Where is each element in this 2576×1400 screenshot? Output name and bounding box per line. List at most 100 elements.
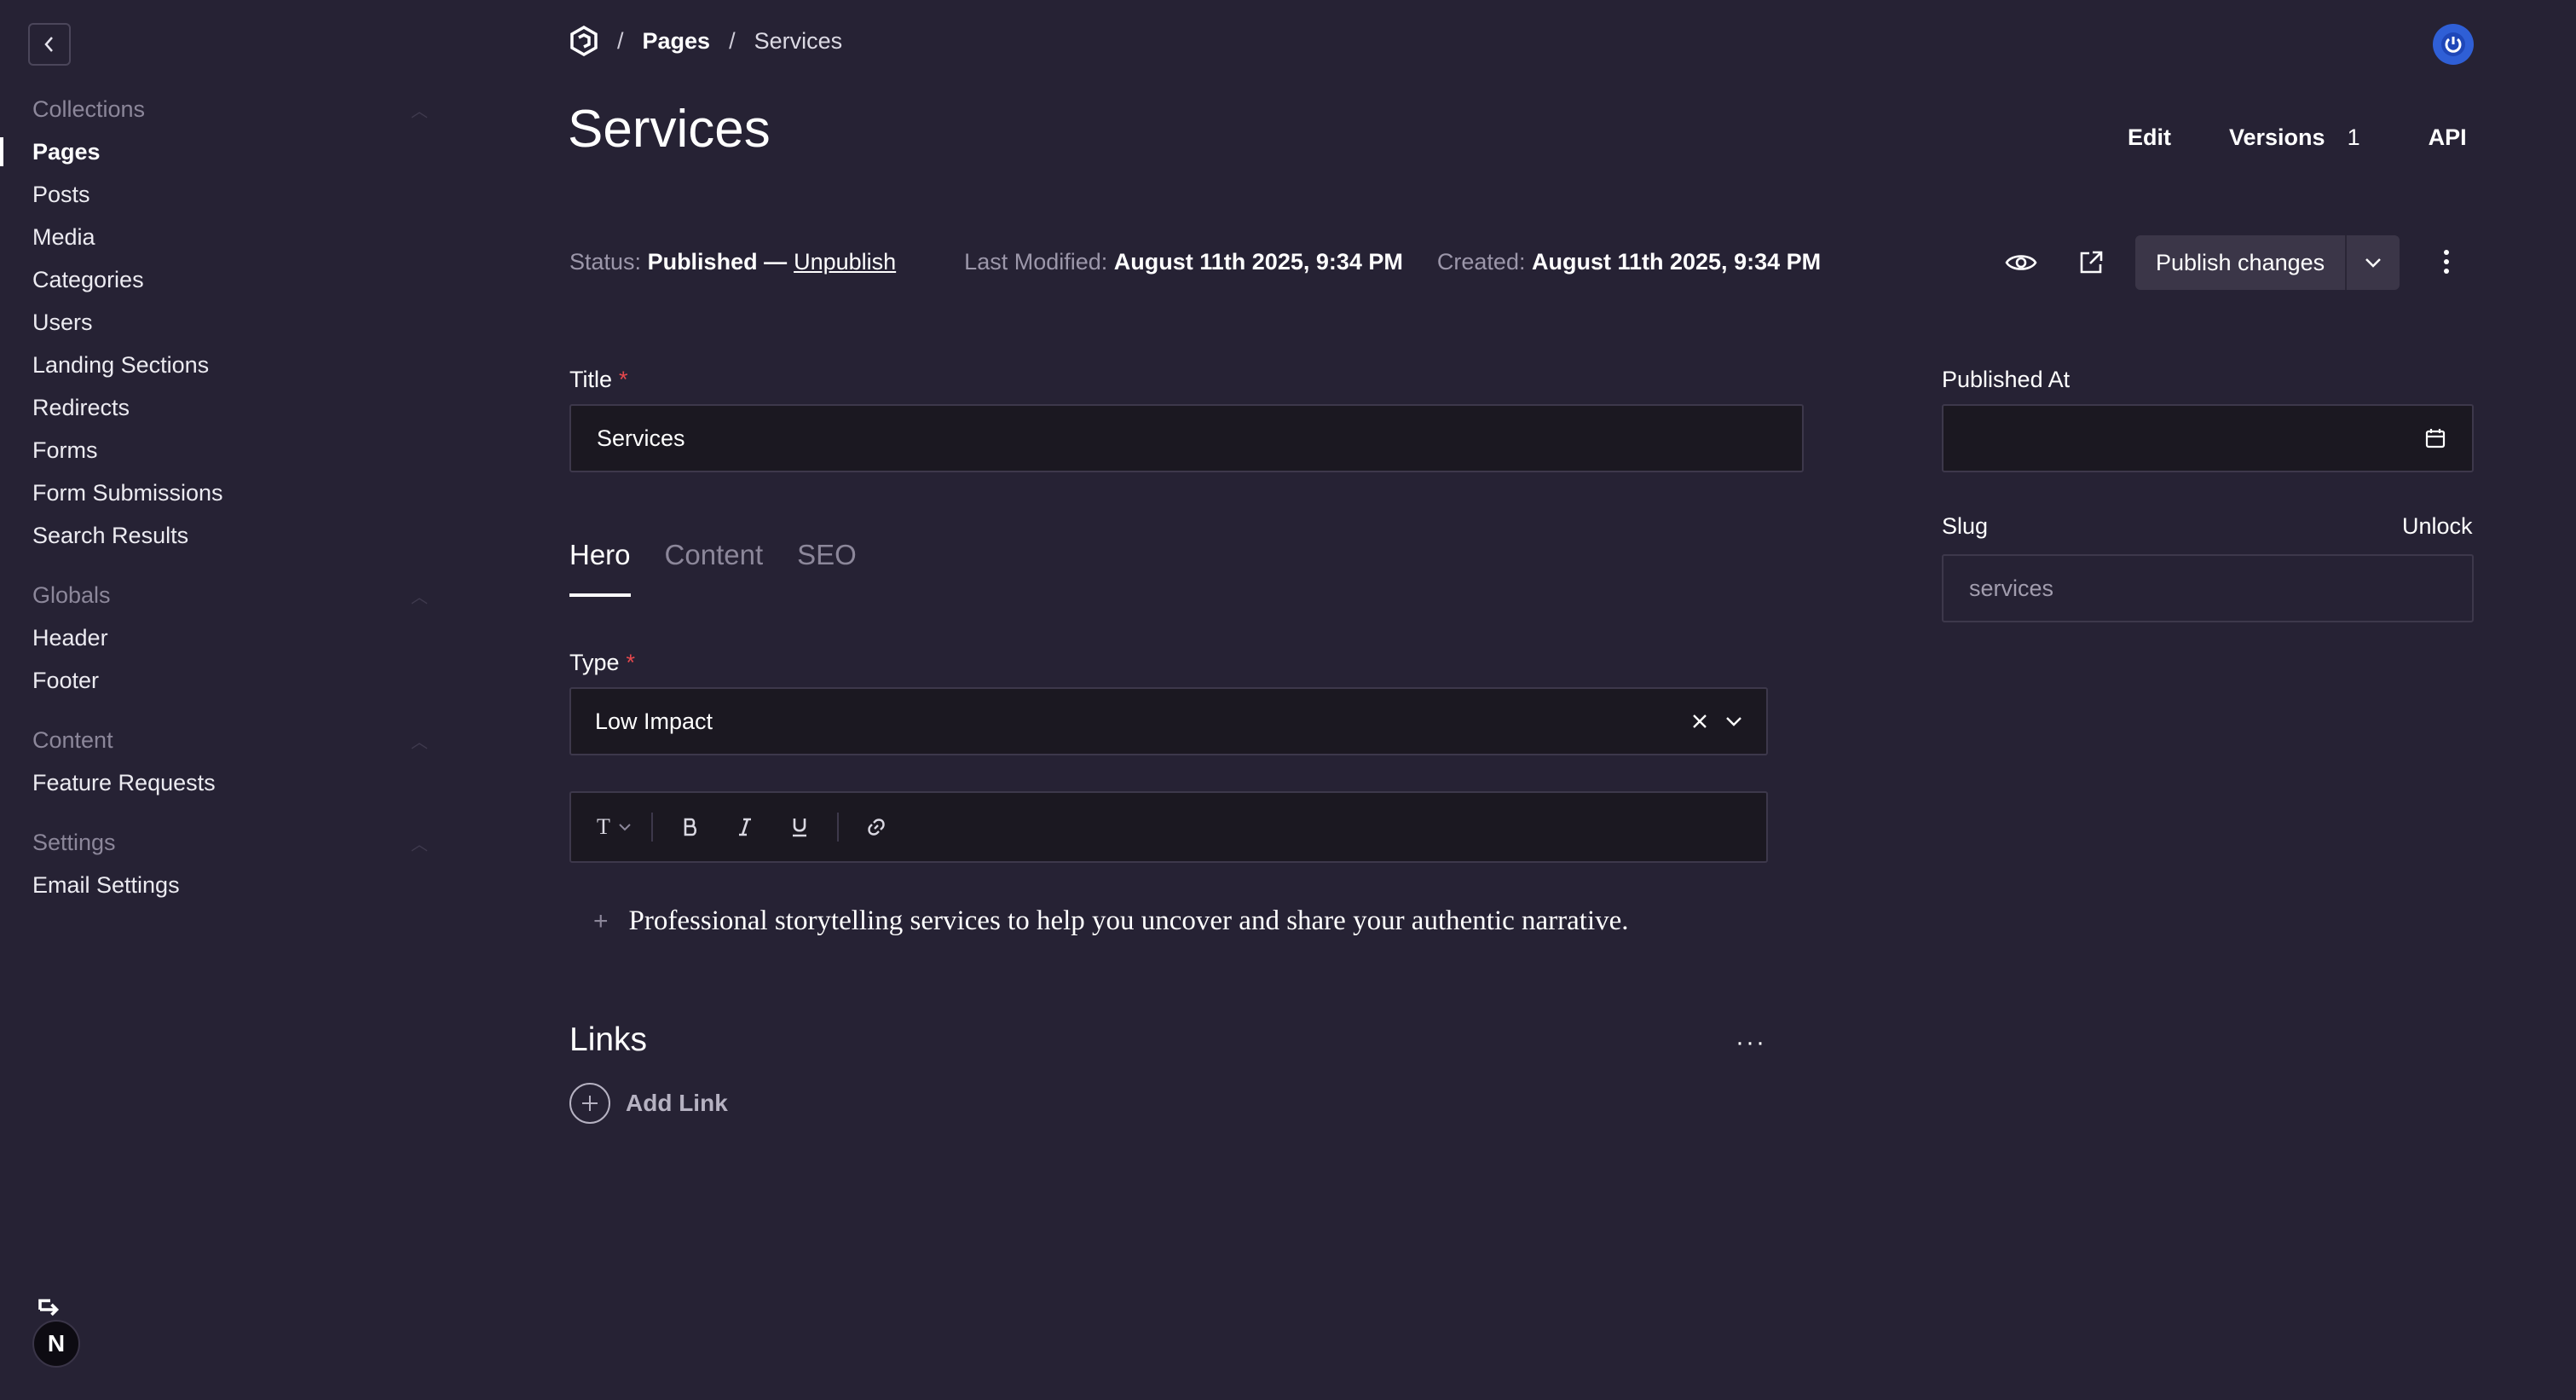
- document-tabs: Edit Versions 1 API: [2128, 124, 2467, 151]
- sidebar-item-search-results[interactable]: Search Results: [32, 514, 425, 557]
- bold-icon: [684, 818, 696, 836]
- unpublish-link[interactable]: Unpublish: [794, 249, 896, 275]
- collapse-sidebar-button[interactable]: [28, 23, 71, 66]
- type-field-label: Type *: [569, 650, 635, 676]
- links-more-button[interactable]: ···: [1736, 1028, 1766, 1057]
- title-input[interactable]: Services: [569, 404, 1804, 472]
- document-more-button[interactable]: [2429, 240, 2463, 283]
- block-type-dropdown[interactable]: T: [597, 810, 631, 844]
- chevron-down-icon: [2365, 258, 2382, 268]
- tab-edit[interactable]: Edit: [2128, 124, 2171, 151]
- nav-group-settings: Settings ︿ Email Settings: [32, 821, 428, 906]
- sidebar-item-pages[interactable]: Pages: [0, 130, 425, 173]
- section-tabs: Hero Content SEO: [569, 539, 857, 597]
- last-modified-value: August 11th 2025, 9:34 PM: [1113, 249, 1403, 275]
- richtext-editor[interactable]: + Professional storytelling services to …: [593, 905, 1629, 937]
- preview-actions: [2000, 237, 2112, 288]
- sidebar: Collections ︿ Pages Posts Media Categori…: [0, 0, 443, 1400]
- open-external-button[interactable]: [2070, 237, 2112, 288]
- tab-hero[interactable]: Hero: [569, 539, 631, 597]
- sidebar-item-redirects[interactable]: Redirects: [32, 386, 425, 429]
- publish-options-button[interactable]: [2345, 235, 2400, 290]
- clear-selection-button[interactable]: [1691, 713, 1708, 730]
- last-modified-label: Last Modified:: [964, 249, 1108, 275]
- slug-value: services: [1969, 575, 2054, 601]
- chevron-left-icon: [44, 37, 53, 52]
- sidebar-item-forms[interactable]: Forms: [32, 429, 425, 471]
- account-badge[interactable]: N: [32, 1320, 80, 1368]
- toolbar-divider: [836, 813, 839, 842]
- chevron-up-icon: ︿: [411, 732, 428, 752]
- tab-versions[interactable]: Versions 1: [2229, 124, 2360, 151]
- sidebar-item-form-submissions[interactable]: Form Submissions: [32, 471, 425, 514]
- status-label: Status:: [569, 249, 642, 275]
- nav-group-title: Globals: [32, 581, 111, 608]
- chevron-up-icon: ︿: [411, 835, 428, 854]
- breadcrumb-pages-link[interactable]: Pages: [643, 28, 711, 55]
- slug-unlock-button[interactable]: Unlock: [2402, 513, 2473, 540]
- calendar-icon[interactable]: [2424, 427, 2446, 449]
- add-link-button[interactable]: Add Link: [569, 1083, 728, 1124]
- nav-group-toggle[interactable]: Content ︿: [32, 719, 428, 761]
- nav-group-toggle[interactable]: Collections ︿: [32, 88, 428, 130]
- breadcrumb-current: Services: [754, 27, 843, 54]
- block-type-label: T: [597, 814, 610, 839]
- nav-group-toggle[interactable]: Settings ︿: [32, 821, 428, 864]
- underline-icon: [792, 819, 806, 837]
- link-button[interactable]: [859, 810, 893, 844]
- sidebar-item-header[interactable]: Header: [32, 616, 425, 659]
- sidebar-item-categories[interactable]: Categories: [32, 258, 425, 301]
- nav-group-title: Settings: [32, 829, 116, 855]
- preview-button[interactable]: [2000, 237, 2042, 288]
- bold-button[interactable]: [673, 810, 708, 844]
- type-select-value: Low Impact: [595, 708, 713, 734]
- chevron-up-icon: ︿: [411, 101, 428, 121]
- type-dropdown-toggle[interactable]: [1725, 716, 1742, 726]
- slug-label: Slug: [1942, 513, 1989, 539]
- required-mark: *: [619, 367, 628, 392]
- external-link-icon: [2080, 251, 2103, 274]
- tab-content[interactable]: Content: [665, 539, 764, 597]
- sidebar-item-users[interactable]: Users: [32, 301, 425, 344]
- type-select[interactable]: Low Impact: [569, 687, 1768, 755]
- link-icon: [868, 819, 885, 836]
- more-vertical-icon: [2444, 250, 2449, 274]
- underline-button[interactable]: [783, 810, 817, 844]
- tab-seo[interactable]: SEO: [797, 539, 857, 597]
- breadcrumb: / Pages / Services: [569, 26, 842, 56]
- published-at-label: Published At: [1942, 367, 2071, 392]
- richtext-toolbar: T: [569, 791, 1768, 863]
- add-block-icon[interactable]: +: [593, 907, 609, 936]
- breadcrumb-separator: /: [729, 27, 736, 54]
- sidebar-item-media[interactable]: Media: [32, 216, 425, 258]
- nav-group-toggle[interactable]: Globals ︿: [32, 574, 428, 616]
- nav-group-globals: Globals ︿ Header Footer: [32, 574, 428, 702]
- nav-group-content: Content ︿ Feature Requests: [32, 719, 428, 804]
- published-at-input[interactable]: [1942, 404, 2474, 472]
- nav-group-title: Collections: [32, 95, 146, 122]
- sidebar-item-posts[interactable]: Posts: [32, 173, 425, 216]
- home-logo-icon[interactable]: [569, 26, 598, 56]
- slug-input[interactable]: services: [1942, 554, 2474, 622]
- chevron-down-icon: [1726, 717, 1741, 726]
- title-field-label: Title *: [569, 367, 628, 393]
- page-title: Services: [568, 100, 771, 159]
- sidebar-item-landing-sections[interactable]: Landing Sections: [32, 344, 425, 386]
- versions-count-badge: 1: [2347, 124, 2360, 150]
- links-section-title: Links: [569, 1021, 648, 1058]
- publish-changes-button[interactable]: Publish changes: [2135, 235, 2345, 290]
- plus-circle-icon: [569, 1083, 610, 1124]
- title-label: Title: [569, 367, 613, 392]
- created-value: August 11th 2025, 9:34 PM: [1531, 249, 1822, 275]
- sidebar-item-footer[interactable]: Footer: [32, 659, 425, 702]
- sidebar-item-feature-requests[interactable]: Feature Requests: [32, 761, 425, 804]
- user-avatar[interactable]: [2433, 24, 2474, 65]
- italic-icon: [738, 818, 751, 836]
- tab-api[interactable]: API: [2429, 124, 2467, 151]
- tab-versions-label: Versions: [2229, 124, 2325, 150]
- italic-button[interactable]: [728, 810, 762, 844]
- breadcrumb-separator: /: [617, 27, 624, 54]
- sidebar-item-email-settings[interactable]: Email Settings: [32, 864, 425, 906]
- nav-group-title: Content: [32, 726, 113, 753]
- toolbar-divider: [650, 813, 653, 842]
